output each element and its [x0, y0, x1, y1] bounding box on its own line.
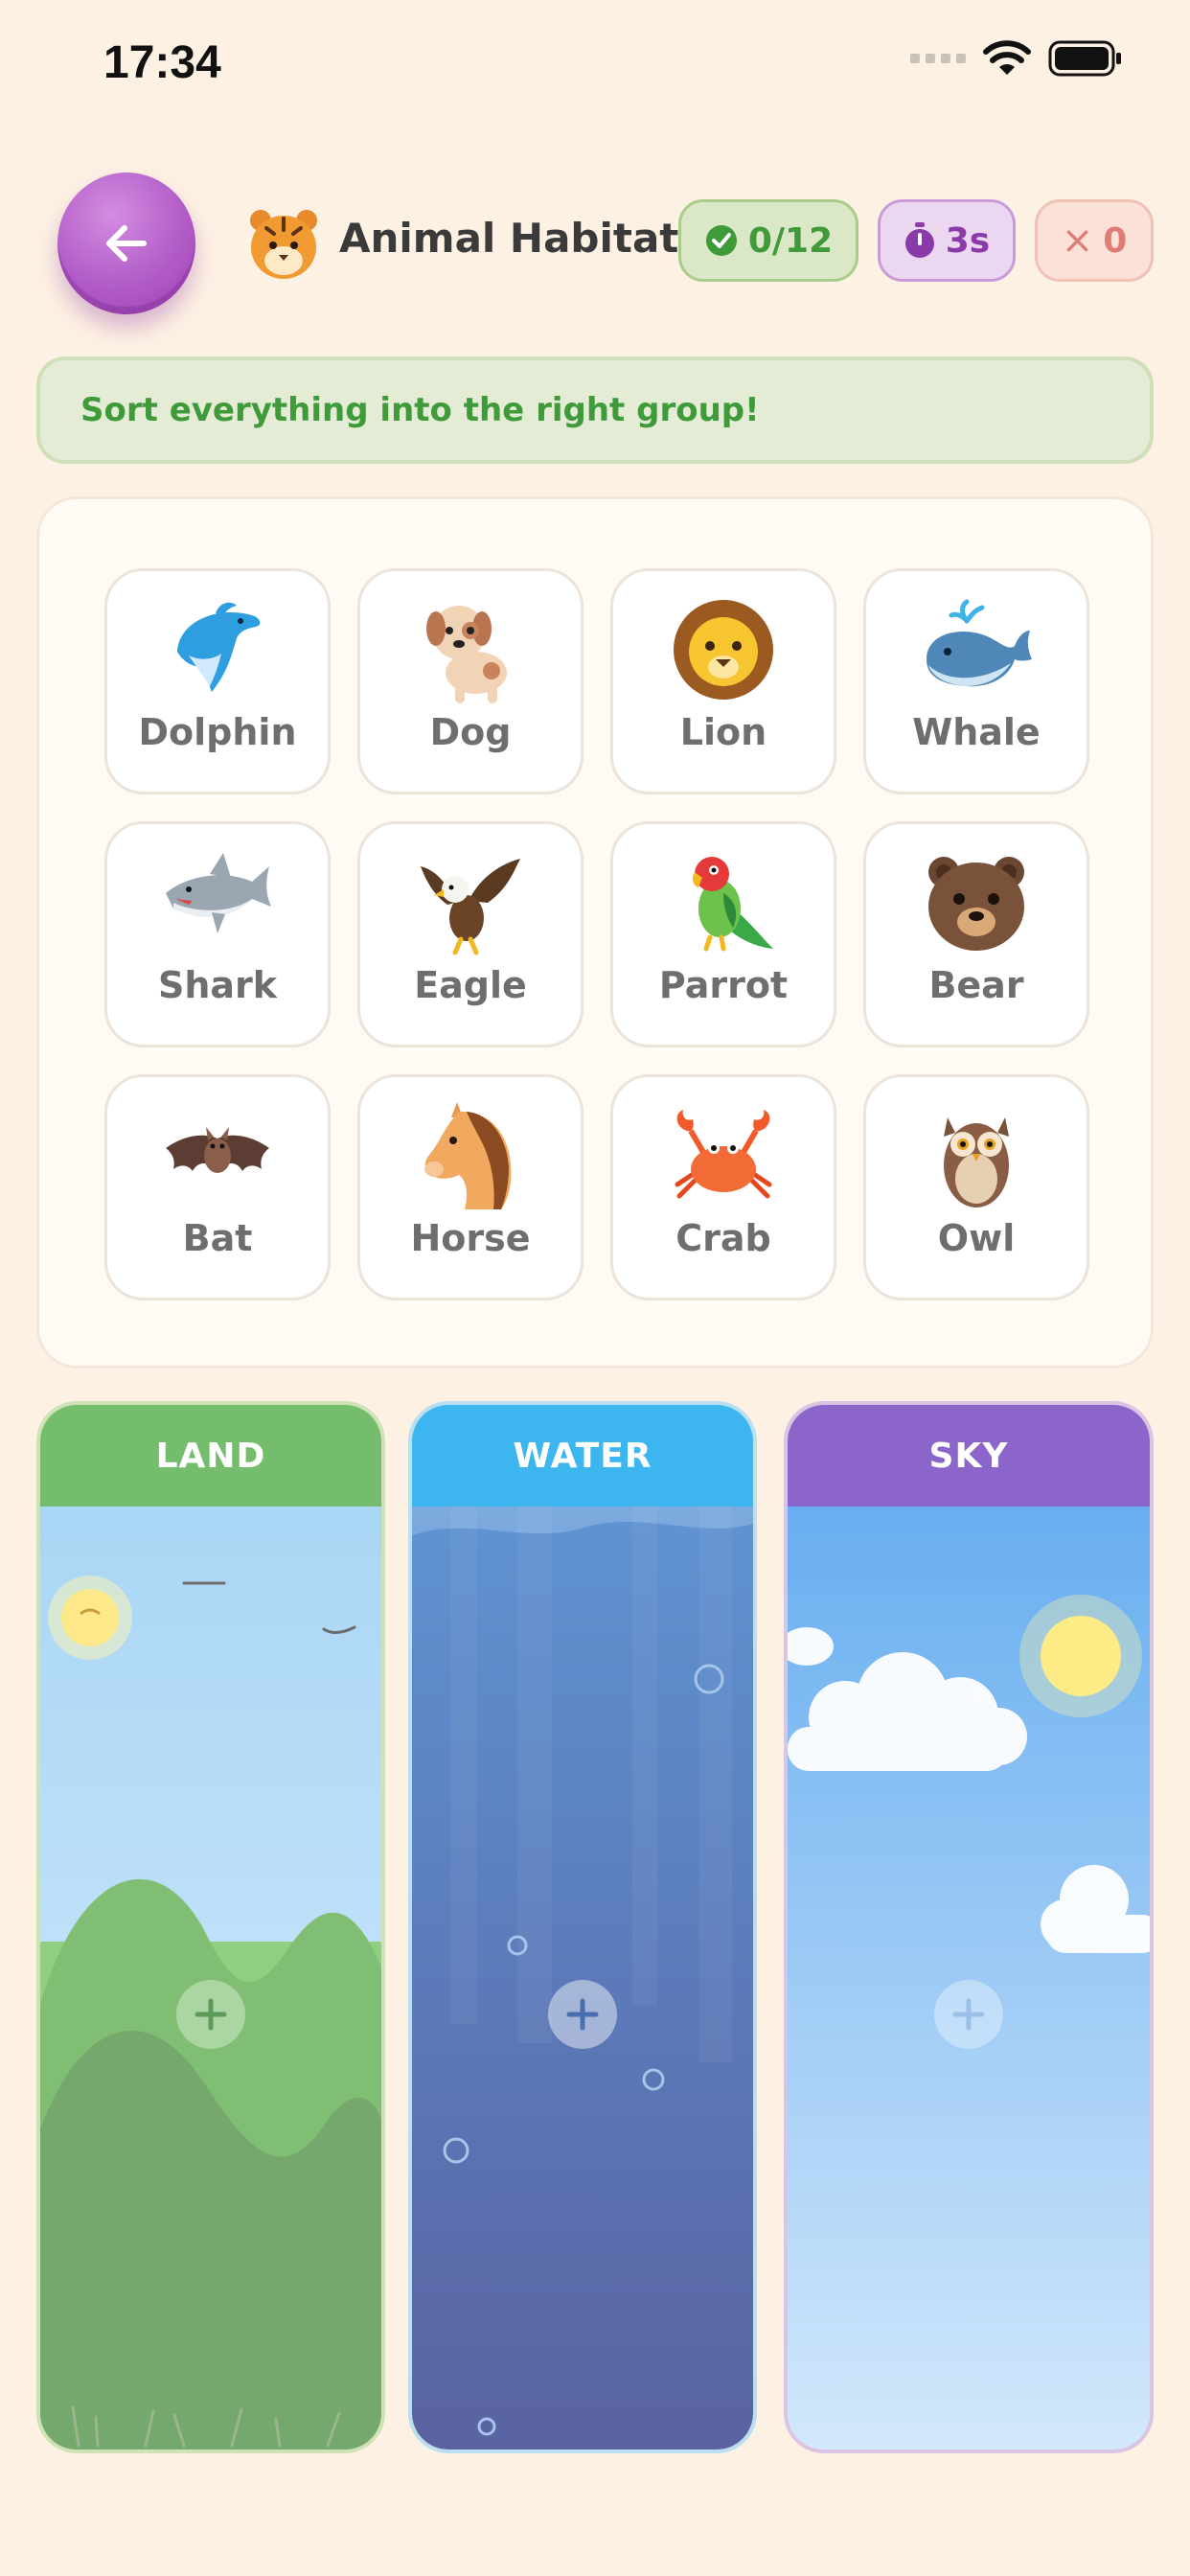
animal-card-lion[interactable]: Lion — [610, 568, 836, 794]
sky-zone[interactable]: SKY — [784, 1401, 1154, 2453]
animal-card-horse[interactable]: Horse — [357, 1074, 584, 1300]
land-zone[interactable]: LAND — [36, 1401, 385, 2453]
zone-header-water: WATER — [412, 1405, 753, 1506]
plus-icon — [566, 1998, 599, 2031]
animal-card-bat[interactable]: Bat — [104, 1074, 331, 1300]
animal-label: Bear — [928, 964, 1024, 1006]
dog-icon — [426, 606, 507, 703]
arrow-left-icon — [106, 225, 147, 262]
stopwatch-icon — [904, 222, 934, 258]
animal-label: Dolphin — [138, 711, 297, 753]
animal-card-dolphin[interactable]: Dolphin — [104, 568, 331, 794]
animal-label: Owl — [937, 1217, 1016, 1259]
lion-icon — [674, 600, 773, 700]
plus-icon — [195, 1998, 227, 2031]
plus-icon — [952, 1998, 985, 2031]
animal-card-bear[interactable]: Bear — [863, 821, 1089, 1047]
animal-label: Dog — [429, 711, 512, 753]
horse-icon — [424, 1102, 512, 1209]
animal-card-eagle[interactable]: Eagle — [357, 821, 584, 1047]
animal-label: Bat — [182, 1217, 253, 1259]
game-title: Animal Habitat — [339, 215, 679, 262]
add-drop-target[interactable] — [934, 1980, 1003, 2049]
water-zone[interactable]: WATER — [408, 1401, 757, 2453]
back-button[interactable] — [57, 172, 195, 314]
crab-icon — [675, 1110, 772, 1199]
check-circle-icon — [705, 225, 737, 256]
owl-icon — [944, 1117, 1009, 1208]
animal-label: Eagle — [414, 964, 527, 1006]
bear-icon — [928, 857, 1024, 951]
battery-icon — [1048, 40, 1123, 77]
wifi-icon — [983, 40, 1031, 77]
zone-header-sky: SKY — [788, 1405, 1150, 1506]
animal-card-shark[interactable]: Shark — [104, 821, 331, 1047]
animal-pool: Dolphin Dog Lion Whale Shark Eagle Parro… — [36, 496, 1154, 1368]
animal-label: Lion — [679, 711, 767, 753]
animal-label: Horse — [410, 1217, 531, 1259]
animal-label: Parrot — [658, 964, 789, 1006]
score-badge: 0/12 — [678, 199, 858, 282]
status-time: 17:34 — [103, 37, 221, 88]
animal-card-parrot[interactable]: Parrot — [610, 821, 836, 1047]
eagle-icon — [421, 859, 520, 955]
status-icons — [910, 40, 1123, 77]
add-drop-target[interactable] — [176, 1980, 245, 2049]
tiger-icon — [250, 210, 317, 279]
animal-label: Crab — [675, 1217, 771, 1259]
score-value: 0/12 — [747, 220, 834, 261]
timer-value: 3s — [945, 220, 991, 261]
animal-card-owl[interactable]: Owl — [863, 1074, 1089, 1300]
add-drop-target[interactable] — [548, 1980, 617, 2049]
animal-label: Whale — [912, 711, 1041, 753]
dolphin-icon — [177, 602, 261, 692]
animal-label: Shark — [157, 964, 278, 1006]
parrot-icon — [692, 857, 773, 952]
close-icon: × — [1061, 218, 1094, 263]
bat-icon — [166, 1127, 269, 1173]
animal-card-dog[interactable]: Dog — [357, 568, 584, 794]
whale-icon — [927, 599, 1032, 687]
timer-badge: 3s — [878, 199, 1016, 282]
zone-header-land: LAND — [40, 1405, 381, 1506]
shark-icon — [166, 853, 271, 933]
signal-icon — [910, 54, 966, 63]
instruction-banner: Sort everything into the right group! — [36, 356, 1154, 464]
animal-card-whale[interactable]: Whale — [863, 568, 1089, 794]
misses-value: 0 — [1103, 220, 1128, 261]
animal-card-crab[interactable]: Crab — [610, 1074, 836, 1300]
misses-badge: × 0 — [1035, 199, 1154, 282]
